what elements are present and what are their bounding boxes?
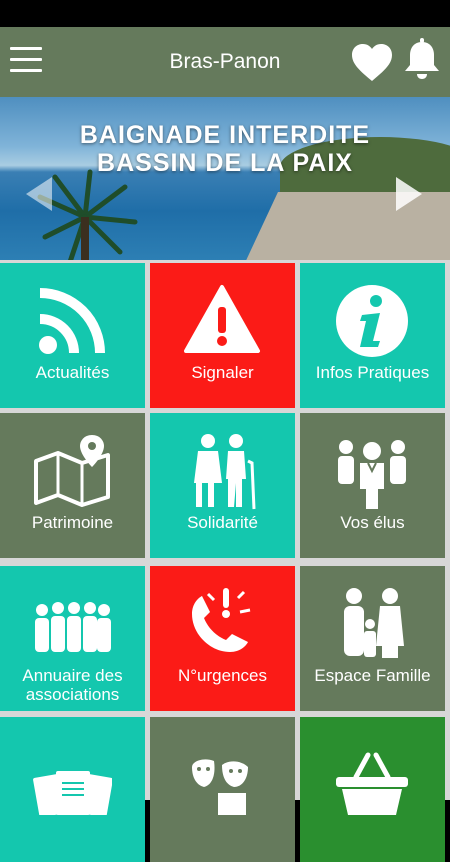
phone-alert-icon (192, 588, 251, 652)
group-icon (338, 440, 406, 509)
tile-label: Actualités (35, 363, 110, 382)
tile-culture[interactable] (150, 717, 295, 862)
tile-documents[interactable] (0, 717, 145, 862)
tile-label: Solidarité (187, 513, 258, 532)
info-icon (336, 285, 408, 357)
tile-espace-famille[interactable]: Espace Famille (300, 566, 445, 711)
tile-actualites[interactable]: Actualités (0, 263, 145, 408)
menu-grid: Actualités Signaler Infos Pratiques Patr… (0, 260, 450, 862)
app-header: Bras-Panon (0, 27, 450, 97)
tile-label: Annuaire des associations (22, 666, 123, 704)
tile-signaler[interactable]: Signaler (150, 263, 295, 408)
tile-label: N°urgences (177, 666, 267, 685)
banner-next-arrow-icon[interactable] (396, 177, 422, 211)
tile-infos-pratiques[interactable]: Infos Pratiques (300, 263, 445, 408)
tile-shopping[interactable] (300, 717, 445, 862)
status-bar (0, 0, 450, 27)
tile-annuaire-associations[interactable]: Annuaire des associations (0, 566, 145, 711)
banner-line-1: BAIGNADE INTERDITE (79, 121, 371, 149)
tile-label: Vos élus (340, 513, 405, 532)
basket-icon (336, 752, 408, 815)
tile-patrimoine[interactable]: Patrimoine (0, 413, 145, 558)
bell-icon[interactable] (402, 37, 442, 81)
tile-vos-elus[interactable]: Vos élus (300, 413, 445, 558)
family-icon (344, 588, 404, 658)
tile-label: Infos Pratiques (315, 363, 430, 382)
map-icon (34, 435, 110, 507)
heart-icon[interactable] (350, 41, 394, 85)
tile-numeros-urgences[interactable]: N°urgences (150, 566, 295, 711)
rss-icon (39, 288, 105, 354)
theater-masks-icon (192, 759, 248, 815)
tile-label: Espace Famille (314, 666, 431, 685)
elderly-couple-icon (194, 434, 256, 510)
tile-label: Patrimoine (31, 513, 114, 532)
banner-line-2: BASSIN DE LA PAIX (97, 149, 353, 177)
tile-solidarite[interactable]: Solidarité (150, 413, 295, 558)
documents-icon (33, 771, 112, 815)
people-row-icon (35, 602, 111, 652)
news-banner[interactable]: BAIGNADE INTERDITE BASSIN DE LA PAIX (0, 97, 450, 260)
warning-icon (184, 285, 260, 353)
banner-headline: BAIGNADE INTERDITE BASSIN DE LA PAIX (0, 121, 450, 177)
banner-prev-arrow-icon[interactable] (26, 177, 52, 211)
tile-label: Signaler (191, 363, 254, 382)
